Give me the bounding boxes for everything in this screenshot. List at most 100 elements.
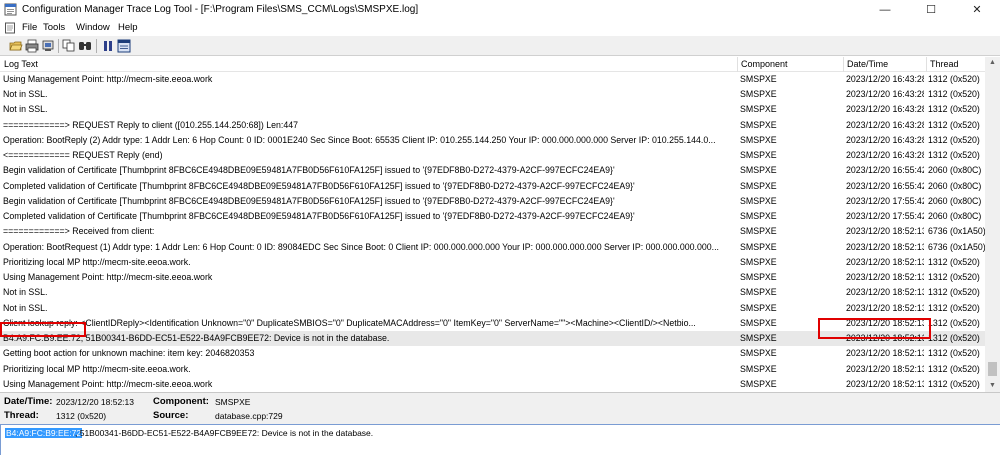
- component-cell: SMSPXE: [740, 104, 777, 115]
- column-header-thread[interactable]: Thread: [930, 59, 959, 69]
- thread-cell: 2060 (0x80C): [928, 180, 982, 191]
- copy-icon[interactable]: [62, 39, 76, 53]
- component-cell: SMSPXE: [740, 211, 777, 222]
- thread-cell: 1312 (0x520): [928, 333, 980, 344]
- table-row[interactable]: Operation: BootReply (2) Addr type: 1 Ad…: [0, 133, 985, 148]
- table-row[interactable]: Not in SSL. SMSPXE 2023/12/20 18:52:13 1312…: [0, 301, 985, 316]
- message-selected-text[interactable]: B4:A9:FC:B9:EE:72: [5, 428, 83, 438]
- log-text-cell: Prioritizing local MP http://mecm-site.e…: [3, 363, 191, 374]
- menu-help[interactable]: Help: [118, 22, 138, 33]
- toolbar-separator: [96, 39, 97, 53]
- log-text-cell: Not in SSL.: [3, 104, 48, 115]
- datetime-cell: 2023/12/20 18:52:13: [846, 348, 924, 359]
- thread-cell: 1312 (0x520): [928, 256, 980, 267]
- thread-cell: 1312 (0x520): [928, 302, 980, 313]
- table-row[interactable]: Prioritizing local MP http://mecm-site.e…: [0, 255, 985, 270]
- column-divider[interactable]: [843, 57, 844, 72]
- message-textbox[interactable]: B4:A9:FC:B9:EE:72 , 51B00341-B6DD-EC51-E…: [0, 424, 1000, 455]
- vertical-scrollbar[interactable]: ▲ ▼: [985, 57, 1000, 392]
- log-text-cell: Not in SSL.: [3, 287, 48, 298]
- column-divider[interactable]: [926, 57, 927, 72]
- log-text-cell: Operation: BootReply (2) Addr type: 1 Ad…: [3, 134, 716, 145]
- column-header-log-text[interactable]: Log Text: [4, 59, 38, 69]
- log-text-cell: B4:A9:FC:B9:EE:72, 51B00341-B6DD-EC51-E5…: [3, 333, 390, 344]
- datetime-cell: 2023/12/20 18:52:13: [846, 302, 924, 313]
- menu-window[interactable]: Window: [76, 22, 110, 33]
- source-value: database.cpp:729: [215, 411, 283, 421]
- open-icon[interactable]: [9, 39, 23, 53]
- annotation-mac-highlight: [0, 322, 86, 337]
- table-row[interactable]: Using Management Point: http://mecm-site…: [0, 270, 985, 285]
- column-header-datetime[interactable]: Date/Time: [847, 59, 888, 69]
- thread-cell: 1312 (0x520): [928, 378, 980, 389]
- scroll-down-icon[interactable]: ▼: [985, 380, 1000, 392]
- datetime-cell: 2023/12/20 18:52:13: [846, 287, 924, 298]
- component-cell: SMSPXE: [740, 241, 777, 252]
- thread-cell: 2060 (0x80C): [928, 211, 982, 222]
- table-row[interactable]: Not in SSL. SMSPXE 2023/12/20 18:52:13 1312…: [0, 285, 985, 300]
- table-row[interactable]: Operation: BootRequest (1) Addr type: 1 …: [0, 240, 985, 255]
- thread-cell: 6736 (0x1A50): [928, 241, 985, 252]
- component-cell: SMSPXE: [740, 363, 777, 374]
- datetime-cell: 2023/12/20 16:55:42: [846, 180, 924, 191]
- table-row[interactable]: Completed validation of Certificate [Thu…: [0, 179, 985, 194]
- component-cell: SMSPXE: [740, 119, 777, 130]
- table-row[interactable]: Getting boot action for unknown machine:…: [0, 346, 985, 361]
- table-row[interactable]: Using Management Point: http://mecm-site…: [0, 377, 985, 392]
- table-row[interactable]: ============> Received from client: SMSPX…: [0, 224, 985, 239]
- close-button[interactable]: ✕: [954, 0, 1000, 20]
- print-setup-icon[interactable]: [41, 39, 55, 53]
- table-row[interactable]: Begin validation of Certificate [Thumbpr…: [0, 194, 985, 209]
- datetime-cell: 2023/12/20 18:52:13: [846, 272, 924, 283]
- log-text-cell: ============> Received from client:: [3, 226, 155, 237]
- column-divider[interactable]: [737, 57, 738, 72]
- thread-cell: 1312 (0x520): [928, 317, 980, 328]
- table-row[interactable]: Begin validation of Certificate [Thumbpr…: [0, 163, 985, 178]
- datetime-cell: 2023/12/20 16:55:42: [846, 165, 924, 176]
- window-title: Configuration Manager Trace Log Tool - […: [22, 4, 419, 15]
- log-text-cell: ============> REQUEST Reply to client ([…: [3, 119, 298, 130]
- component-cell: SMSPXE: [740, 348, 777, 359]
- window-icon[interactable]: [117, 39, 131, 53]
- log-text-cell: Begin validation of Certificate [Thumbpr…: [3, 165, 615, 176]
- menu-file[interactable]: File: [22, 22, 37, 33]
- table-row[interactable]: Using Management Point: http://mecm-site…: [0, 72, 985, 87]
- component-cell: SMSPXE: [740, 256, 777, 267]
- datetime-cell: 2023/12/20 16:43:28: [846, 134, 924, 145]
- scroll-up-icon[interactable]: ▲: [985, 57, 1000, 69]
- table-row[interactable]: Not in SSL. SMSPXE 2023/12/20 16:43:28 1312…: [0, 87, 985, 102]
- minimize-button[interactable]: —: [862, 0, 908, 20]
- datetime-value: 2023/12/20 18:52:13: [56, 397, 134, 407]
- document-icon[interactable]: [4, 22, 16, 34]
- toolbar-separator: [58, 39, 59, 53]
- scroll-thumb[interactable]: [988, 362, 997, 376]
- log-grid-header: Log Text Component Date/Time Thread: [0, 57, 985, 72]
- find-icon[interactable]: [78, 39, 92, 53]
- datetime-label: Date/Time:: [4, 396, 53, 407]
- table-row[interactable]: Not in SSL. SMSPXE 2023/12/20 16:43:28 1312…: [0, 102, 985, 117]
- log-text-cell: Begin validation of Certificate [Thumbpr…: [3, 195, 615, 206]
- print-icon[interactable]: [25, 39, 39, 53]
- table-row[interactable]: Completed validation of Certificate [Thu…: [0, 209, 985, 224]
- datetime-cell: 2023/12/20 18:52:13: [846, 363, 924, 374]
- column-header-component[interactable]: Component: [741, 59, 788, 69]
- thread-cell: 1312 (0x520): [928, 348, 980, 359]
- menu-bar: File Tools Window Help: [0, 20, 1000, 36]
- datetime-cell: 2023/12/20 18:52:13: [846, 241, 924, 252]
- menu-tools[interactable]: Tools: [43, 22, 65, 33]
- component-cell: SMSPXE: [740, 226, 777, 237]
- log-text-cell: Using Management Point: http://mecm-site…: [3, 74, 213, 84]
- log-grid[interactable]: Using Management Point: http://mecm-site…: [0, 72, 985, 392]
- pause-icon[interactable]: [101, 39, 115, 53]
- datetime-cell: 2023/12/20 18:52:13: [846, 256, 924, 267]
- table-row[interactable]: ============> REQUEST Reply to client ([…: [0, 118, 985, 133]
- annotation-datetime-highlight: [818, 318, 931, 339]
- table-row[interactable]: <============ REQUEST Reply (end) SMSPXE 2…: [0, 148, 985, 163]
- component-cell: SMSPXE: [740, 287, 777, 298]
- table-row[interactable]: Prioritizing local MP http://mecm-site.e…: [0, 362, 985, 377]
- thread-cell: 1312 (0x520): [928, 74, 980, 84]
- thread-cell: 1312 (0x520): [928, 150, 980, 161]
- thread-cell: 2060 (0x80C): [928, 195, 982, 206]
- message-text[interactable]: , 51B00341-B6DD-EC51-E522-B4A9FCB9EE72: …: [75, 428, 373, 438]
- maximize-button[interactable]: ☐: [908, 0, 954, 20]
